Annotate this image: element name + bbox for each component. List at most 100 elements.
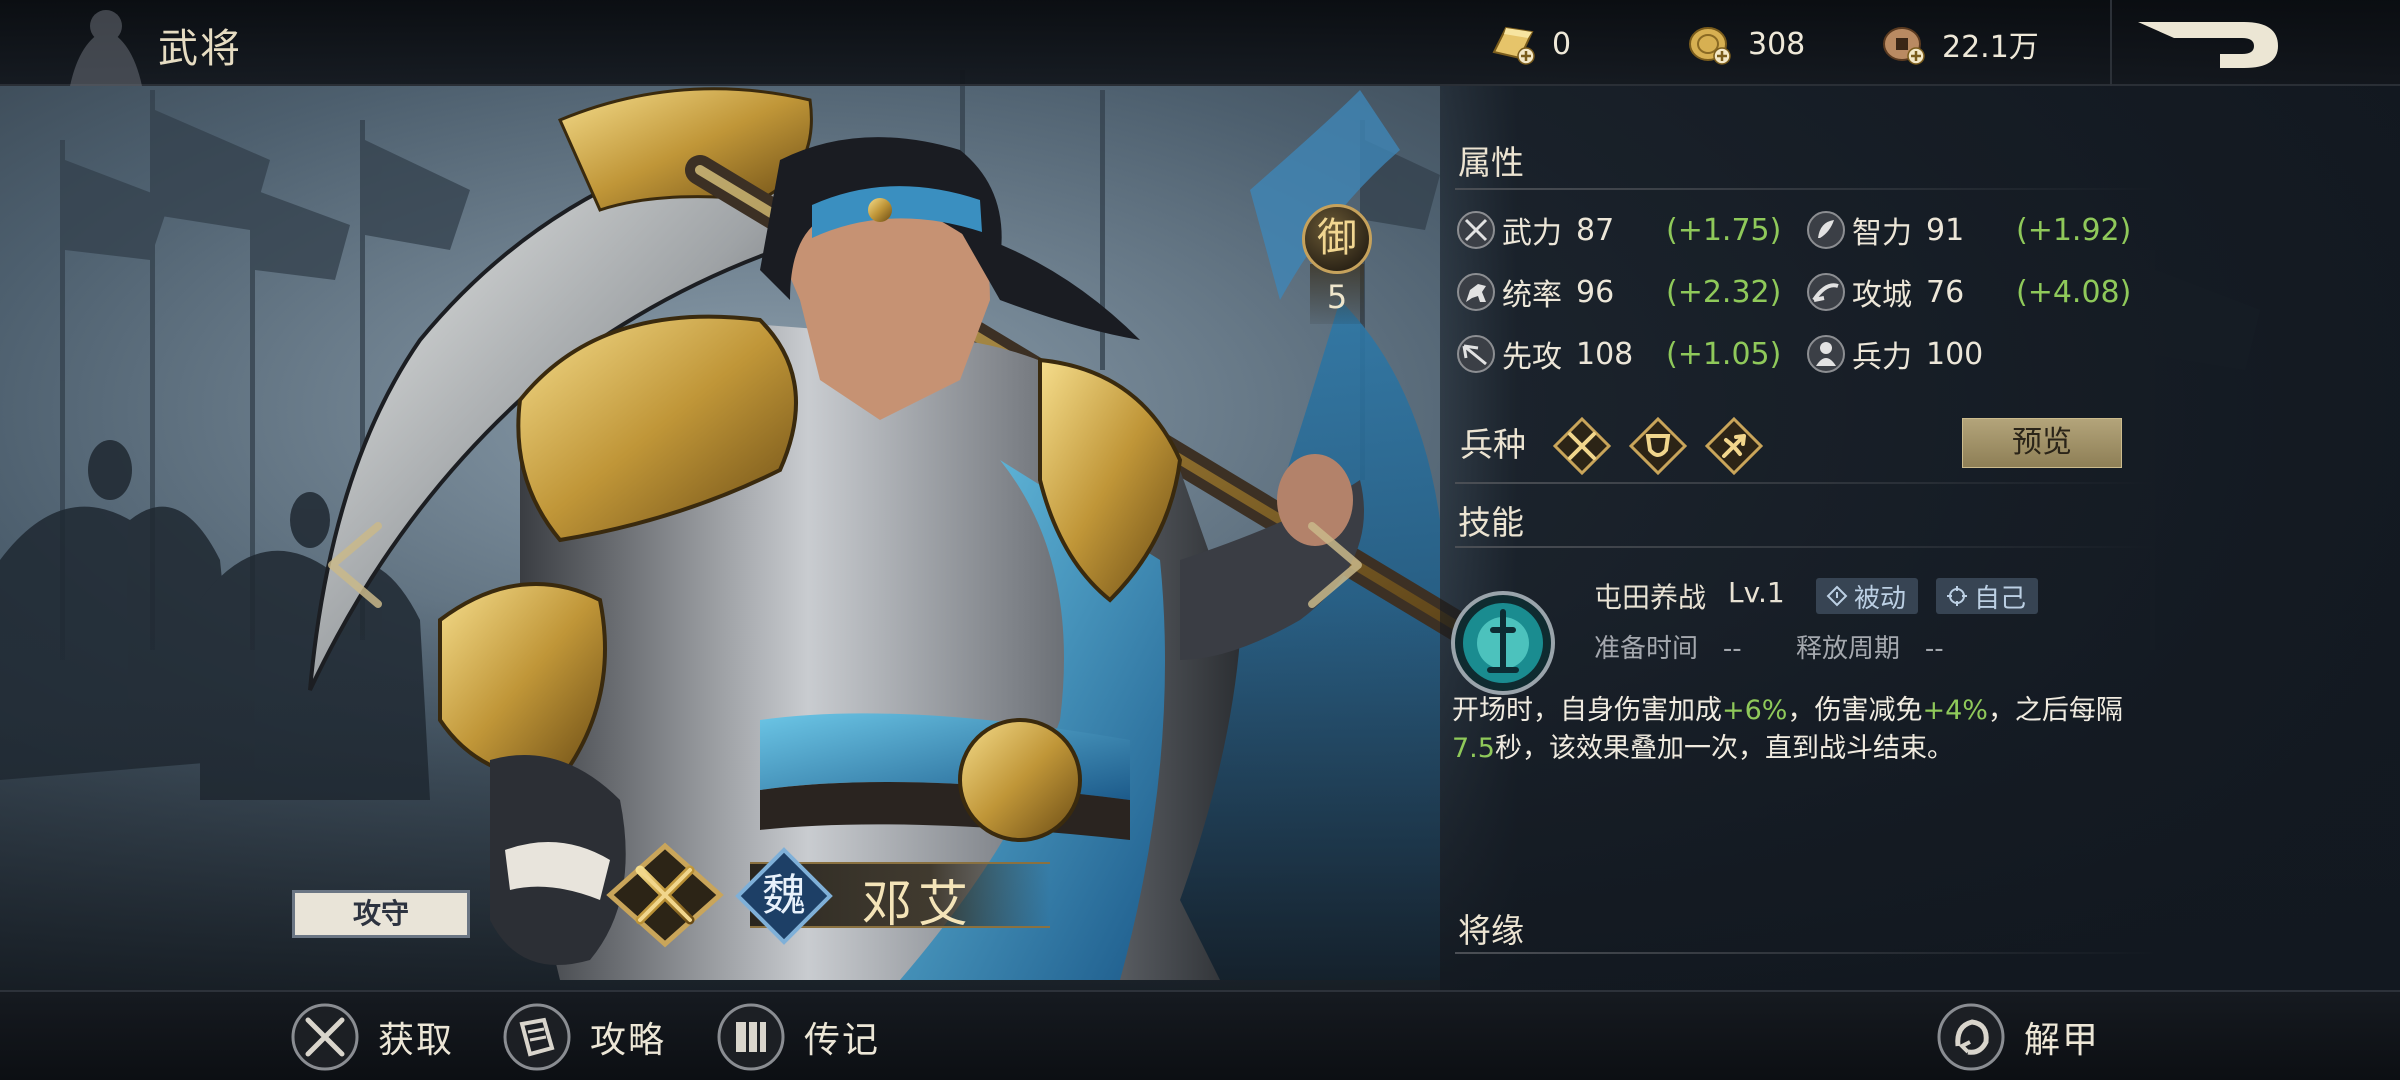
stat-initiative: 先攻 108 (+1.05)	[1456, 332, 1781, 376]
currency-gold-bar-value: 0	[1552, 26, 1572, 62]
divider	[1455, 188, 2155, 190]
bottom-bar: 获取 攻略 传记 解甲	[0, 990, 2400, 1080]
shield-icon[interactable]	[1628, 416, 1688, 476]
divider	[1455, 546, 2155, 548]
archer-icon[interactable]	[1704, 416, 1764, 476]
siege-icon	[1807, 273, 1845, 311]
gold-bar-icon	[1492, 26, 1535, 65]
skill-level: Lv.1	[1728, 576, 1785, 609]
unequip-label: 解甲	[2024, 1020, 2101, 1061]
stat-value: 100	[1926, 336, 1984, 372]
hero-role-tag: 攻守	[292, 890, 470, 938]
skill-tag-label: 自己	[1974, 583, 2027, 614]
stat-value: 76	[1926, 274, 1965, 310]
diamond-icon	[1826, 585, 1848, 607]
divider	[1455, 482, 2155, 484]
stat-value: 108	[1576, 336, 1634, 372]
stat-bonus: (+1.92)	[2016, 212, 2132, 248]
currency-gold-coin[interactable]: 308	[1686, 22, 1805, 66]
stat-label: 智力	[1852, 216, 1912, 251]
skill-desc-text: 秒，该效果叠加一次，直到战斗结束。	[1494, 733, 1954, 764]
stat-label: 统率	[1502, 278, 1562, 313]
troop-types-title: 兵种	[1460, 425, 1526, 464]
faction-emblem: 魏	[735, 847, 833, 945]
skill-cycle-label: 释放周期	[1796, 634, 1901, 664]
currency-gold-coin-value: 308	[1748, 26, 1806, 62]
crossed-spears-icon[interactable]	[1552, 416, 1612, 476]
attributes-title: 属性	[1458, 143, 1524, 182]
swords-icon	[291, 1003, 359, 1071]
stat-value: 91	[1926, 212, 1965, 248]
skill-tag-passive: 被动	[1816, 578, 1919, 614]
stat-bonus: (+1.05)	[1666, 336, 1782, 372]
faction-label: 魏	[762, 870, 806, 921]
biography-label: 传记	[804, 1020, 881, 1061]
unequip-icon	[1937, 1003, 2005, 1071]
acquire-button[interactable]: 获取	[290, 992, 454, 1080]
stat-intelligence: 智力 91 (+1.92)	[1806, 208, 2131, 252]
guide-button[interactable]: 攻略	[502, 992, 666, 1080]
stat-force: 武力 87 (+1.75)	[1456, 208, 1781, 252]
skill-prep-time: 准备时间 --	[1594, 628, 1742, 665]
skill-desc-text: ，伤害减免	[1787, 695, 1923, 726]
stat-value: 87	[1576, 212, 1615, 248]
copper-coin-icon	[1883, 27, 1925, 65]
stat-value: 96	[1576, 274, 1615, 310]
skill-name: 屯田养战	[1594, 581, 1707, 614]
target-icon	[1947, 586, 1967, 606]
currency-copper-coin-value: 22.1万	[1942, 30, 2039, 65]
skill-prep-value: --	[1722, 634, 1742, 664]
acquire-label: 获取	[378, 1020, 455, 1061]
hero-name-plate: 魏 邓艾	[600, 840, 1060, 950]
skill-tag-target: 自己	[1936, 578, 2039, 614]
hero-name: 邓艾	[862, 875, 974, 933]
currency-copper-coin[interactable]: 22.1万	[1880, 22, 2039, 66]
stat-label: 武力	[1502, 216, 1562, 251]
bond-title: 将缘	[1458, 911, 1524, 950]
rank-value: 5	[1326, 278, 1348, 316]
skill-prep-label: 准备时间	[1594, 634, 1699, 664]
next-hero-arrow-icon[interactable]	[1300, 520, 1370, 610]
prev-hero-arrow-icon[interactable]	[320, 520, 390, 610]
skill-desc-highlight: 7.5	[1452, 733, 1495, 764]
preview-button[interactable]: 预览	[1962, 418, 2122, 468]
sword-icon	[1457, 211, 1495, 249]
skill-desc-highlight: +4%	[1922, 695, 1988, 726]
back-arrow-icon	[2138, 22, 2278, 68]
back-button[interactable]	[2110, 0, 2400, 86]
gold-coin-icon	[1689, 27, 1731, 65]
unequip-button[interactable]: 解甲	[1936, 992, 2100, 1080]
stat-bonus: (+1.75)	[1666, 212, 1782, 248]
biography-button[interactable]: 传记	[716, 992, 880, 1080]
skill-desc-text: 开场时，自身伤害加成	[1452, 695, 1722, 726]
guide-label: 攻略	[590, 1020, 667, 1061]
speed-icon	[1457, 335, 1495, 373]
skill-tag-label: 被动	[1854, 583, 1907, 614]
stat-command: 统率 96 (+2.32)	[1456, 270, 1781, 314]
currency-gold-bar[interactable]: 0	[1490, 22, 1571, 66]
stat-label: 兵力	[1852, 340, 1912, 375]
stat-label: 攻城	[1852, 278, 1912, 313]
skill-description: 开场时，自身伤害加成+6%，伤害减免+4%，之后每隔 7.5秒，该效果叠加一次，直…	[1452, 692, 2132, 768]
skill-desc-text: ，之后每隔	[1987, 695, 2123, 726]
skill-cycle: 释放周期 --	[1796, 628, 1944, 665]
skill-icon[interactable]	[1450, 590, 1556, 696]
intelligence-icon	[1807, 211, 1845, 249]
skills-title: 技能	[1458, 503, 1524, 542]
stat-troops: 兵力 100	[1806, 332, 2016, 376]
horse-icon	[1457, 273, 1495, 311]
general-portrait-icon	[70, 10, 142, 86]
stat-label: 先攻	[1502, 340, 1562, 375]
stat-bonus: (+2.32)	[1666, 274, 1782, 310]
top-bar: 武将 0 308 22.1万	[0, 0, 2400, 86]
skill-desc-highlight: +6%	[1722, 695, 1788, 726]
weapon-class-icon	[606, 842, 724, 948]
page-title: 武将	[158, 26, 242, 72]
hero-rank-badge[interactable]: 御 5	[1302, 204, 1372, 324]
book-icon	[717, 1003, 785, 1071]
stat-bonus: (+4.08)	[2016, 274, 2132, 310]
divider	[1455, 952, 2155, 954]
skill-cycle-value: --	[1924, 634, 1944, 664]
stat-siege: 攻城 76 (+4.08)	[1806, 270, 2131, 314]
scroll-icon	[503, 1003, 571, 1071]
